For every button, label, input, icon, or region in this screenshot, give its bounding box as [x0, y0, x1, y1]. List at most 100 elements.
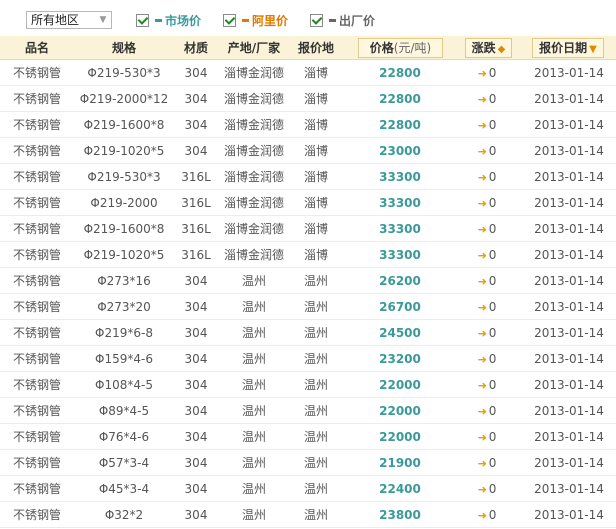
column-header-spec: 规格	[111, 41, 136, 55]
price-link[interactable]: 23000	[352, 138, 448, 164]
quote-date: 2013-01-14	[534, 66, 604, 80]
table-row: 不锈钢管 Φ219-1020*5 304 淄博金润德 淄博 23000 ➜ 0 2…	[0, 138, 616, 164]
price-link[interactable]: 33300	[352, 242, 448, 268]
arrow-right-icon: ➜	[477, 145, 487, 158]
region-select[interactable]: 所有地区 ▼	[26, 11, 112, 29]
sort-toggle-icon: ◆	[497, 44, 506, 55]
table-row: 不锈钢管 Φ273*20 304 温州 温州 26700 ➜ 0 2013-01-…	[0, 294, 616, 320]
filter-toolbar: 所有地区 ▼ 市场价 阿里价 出厂价	[0, 0, 616, 36]
quote-date: 2013-01-14	[534, 92, 604, 106]
price-change: ➜ 0	[462, 294, 512, 320]
product-maker: 淄博金润德	[223, 222, 284, 236]
quote-date: 2013-01-14	[534, 222, 604, 236]
product-maker: 温州	[241, 430, 266, 444]
price-change: ➜ 0	[462, 398, 512, 424]
price-link[interactable]: 22400	[352, 476, 448, 502]
product-maker: 温州	[241, 326, 266, 340]
table-row: 不锈钢管 Φ219*6-8 304 温州 温州 24500 ➜ 0 2013-01…	[0, 320, 616, 346]
change-value: 0	[488, 274, 497, 288]
price-change: ➜ 0	[462, 60, 512, 86]
product-maker: 温州	[241, 456, 266, 470]
product-material: 304	[184, 274, 208, 288]
price-link[interactable]: 24500	[352, 320, 448, 346]
product-maker: 淄博金润德	[223, 66, 284, 80]
table-row: 不锈钢管 Φ219-530*3 316L 淄博金润德 淄博 33300 ➜ 0 2…	[0, 164, 616, 190]
legend-market-price[interactable]: 市场价	[136, 12, 201, 28]
price-link[interactable]: 23200	[352, 346, 448, 372]
price-change: ➜ 0	[462, 112, 512, 138]
ali-price-checkbox[interactable]	[223, 13, 236, 27]
factory-price-checkbox[interactable]	[310, 13, 323, 27]
product-name: 不锈钢管	[12, 456, 61, 470]
quote-place: 温州	[303, 378, 328, 392]
product-maker: 淄博金润德	[223, 144, 284, 158]
product-spec: Φ219*6-8	[95, 326, 153, 340]
ali-price-swatch-icon	[242, 18, 249, 22]
product-name: 不锈钢管	[12, 222, 61, 236]
product-name: 不锈钢管	[12, 118, 61, 132]
price-link[interactable]: 21900	[352, 450, 448, 476]
price-link[interactable]: 33300	[352, 190, 448, 216]
change-value: 0	[488, 300, 497, 314]
arrow-right-icon: ➜	[477, 327, 487, 340]
legend-ali-price[interactable]: 阿里价	[223, 12, 288, 28]
quote-place: 温州	[303, 456, 328, 470]
table-row: 不锈钢管 Φ219-1020*5 316L 淄博金润德 淄博 33300 ➜ 0 …	[0, 242, 616, 268]
arrow-right-icon: ➜	[477, 93, 487, 106]
change-value: 0	[488, 456, 497, 470]
price-change: ➜ 0	[462, 268, 512, 294]
product-spec: Φ273*20	[97, 300, 151, 314]
change-header-label: 涨跌	[471, 41, 496, 55]
legend-factory-price[interactable]: 出厂价	[310, 12, 375, 28]
product-name: 不锈钢管	[12, 92, 61, 106]
price-link[interactable]: 22800	[352, 112, 448, 138]
price-link[interactable]: 22800	[352, 86, 448, 112]
product-material: 304	[184, 118, 208, 132]
product-name: 不锈钢管	[12, 66, 61, 80]
region-select-value: 所有地区	[31, 13, 80, 27]
product-material: 316L	[181, 248, 211, 262]
price-link[interactable]: 22000	[352, 424, 448, 450]
change-value: 0	[488, 482, 497, 496]
quote-place: 温州	[303, 352, 328, 366]
price-change: ➜ 0	[462, 164, 512, 190]
price-link[interactable]: 22000	[352, 398, 448, 424]
price-link[interactable]: 22800	[352, 60, 448, 86]
price-link[interactable]: 26700	[352, 294, 448, 320]
change-value: 0	[488, 508, 497, 522]
quote-place: 温州	[303, 508, 328, 522]
price-change: ➜ 0	[462, 450, 512, 476]
product-maker: 温州	[241, 404, 266, 418]
change-value: 0	[488, 430, 497, 444]
chevron-down-icon[interactable]: ▼	[95, 12, 111, 28]
price-link[interactable]: 22000	[352, 372, 448, 398]
product-spec: Φ108*4-5	[95, 378, 153, 392]
table-row: 不锈钢管 Φ219-2000 316L 淄博金润德 淄博 33300 ➜ 0 20…	[0, 190, 616, 216]
product-name: 不锈钢管	[12, 404, 61, 418]
product-material: 304	[184, 300, 208, 314]
quote-place: 温州	[303, 404, 328, 418]
price-link[interactable]: 26200	[352, 268, 448, 294]
sort-by-change-button[interactable]: 涨跌 ◆	[465, 38, 512, 58]
quote-date: 2013-01-14	[534, 352, 604, 366]
price-unit-label: (元/吨)	[393, 41, 432, 55]
price-link[interactable]: 33300	[352, 216, 448, 242]
quote-date: 2013-01-14	[534, 378, 604, 392]
table-row: 不锈钢管 Φ273*16 304 温州 温州 26200 ➜ 0 2013-01-…	[0, 268, 616, 294]
product-spec: Φ219-1600*8	[83, 118, 165, 132]
product-name: 不锈钢管	[12, 482, 61, 496]
price-change: ➜ 0	[462, 216, 512, 242]
arrow-right-icon: ➜	[477, 249, 487, 262]
table-header: 品名 规格 材质 产地/厂家 报价地 价格(元/吨) 涨跌 ◆ 报价日期 ▼	[0, 36, 616, 60]
column-header-material: 材质	[183, 41, 208, 55]
sort-by-price-button[interactable]: 价格(元/吨)	[358, 38, 443, 58]
table-row: 不锈钢管 Φ57*3-4 304 温州 温州 21900 ➜ 0 2013-01-…	[0, 450, 616, 476]
sort-by-date-button[interactable]: 报价日期 ▼	[532, 38, 604, 58]
price-link[interactable]: 33300	[352, 164, 448, 190]
product-material: 304	[184, 482, 208, 496]
product-maker: 温州	[241, 300, 266, 314]
product-name: 不锈钢管	[12, 248, 61, 262]
product-spec: Φ57*3-4	[98, 456, 150, 470]
market-price-checkbox[interactable]	[136, 13, 149, 27]
price-link[interactable]: 23800	[352, 502, 448, 528]
